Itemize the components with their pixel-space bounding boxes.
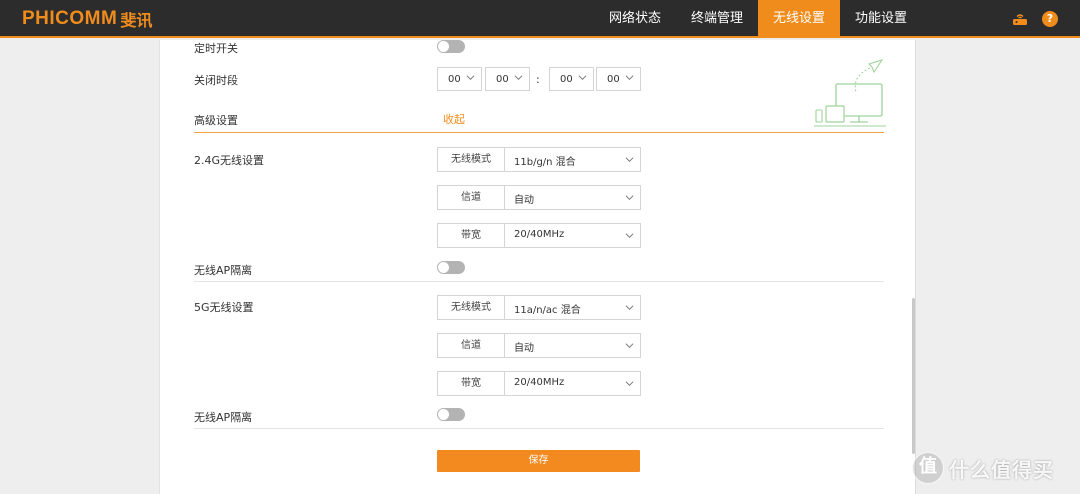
start-minute-select[interactable]: 00 xyxy=(485,67,530,91)
watermark: 值 什么值得买 xyxy=(912,450,1054,486)
chevron-down-icon xyxy=(466,75,475,81)
nav-wireless-settings[interactable]: 无线设置 xyxy=(758,0,841,38)
collapse-link[interactable]: 收起 xyxy=(443,111,465,127)
band24-mode-label: 无线模式 xyxy=(438,148,505,171)
end-minute-select[interactable]: 00 xyxy=(596,67,641,91)
band5-title: 5G无线设置 xyxy=(194,301,254,314)
start-hour-value: 00 xyxy=(448,74,461,85)
timer-label: 定时开关 xyxy=(194,42,238,55)
band5-channel-value: 自动 xyxy=(514,343,534,354)
help-icon[interactable]: ? xyxy=(1042,11,1058,27)
chevron-down-icon xyxy=(514,75,523,81)
watermark-badge: 值 xyxy=(912,452,944,484)
top-icons: ? xyxy=(1012,11,1058,27)
band5-bandwidth-label: 带宽 xyxy=(438,372,505,395)
time-separator: : xyxy=(536,73,540,86)
scrollbar-track[interactable] xyxy=(915,40,916,494)
nav-network-status[interactable]: 网络状态 xyxy=(594,0,676,38)
band24-ap-isolation-toggle[interactable] xyxy=(437,261,465,274)
phicomm-logo[interactable]: PHICOMM 斐讯 xyxy=(22,8,152,30)
band24-mode-value: 11b/g/n 混合 xyxy=(514,157,576,168)
logo-text-cn: 斐讯 xyxy=(120,11,153,30)
chevron-down-icon xyxy=(625,343,634,349)
band5-mode-value: 11a/n/ac 混合 xyxy=(514,305,581,316)
scrollbar-thumb[interactable] xyxy=(912,298,915,454)
main-nav: 网络状态 终端管理 无线设置 功能设置 xyxy=(594,0,922,38)
chevron-down-icon xyxy=(625,195,634,201)
nav-feature-settings[interactable]: 功能设置 xyxy=(840,0,922,38)
band5-channel-select[interactable]: 信道 自动 xyxy=(437,333,641,358)
chevron-down-icon xyxy=(625,305,634,311)
band24-channel-label: 信道 xyxy=(438,186,505,209)
save-button[interactable]: 保存 xyxy=(437,450,640,472)
band24-mode-select[interactable]: 无线模式 11b/g/n 混合 xyxy=(437,147,641,172)
wireless-devices-illustration xyxy=(814,59,886,127)
advanced-settings-label: 高级设置 xyxy=(194,114,238,127)
band24-title: 2.4G无线设置 xyxy=(194,154,265,167)
band24-ap-isolation-label: 无线AP隔离 xyxy=(194,264,253,277)
timer-toggle[interactable] xyxy=(437,40,465,53)
band24-channel-select[interactable]: 信道 自动 xyxy=(437,185,641,210)
top-bar: PHICOMM 斐讯 网络状态 终端管理 无线设置 功能设置 ? xyxy=(0,0,1080,38)
band5-channel-label: 信道 xyxy=(438,334,505,357)
watermark-text: 什么值得买 xyxy=(949,457,1054,482)
end-hour-value: 00 xyxy=(560,74,573,85)
band5-ap-isolation-toggle[interactable] xyxy=(437,408,465,421)
chevron-down-icon xyxy=(625,233,634,239)
band5-bandwidth-select[interactable]: 带宽 20/40MHz xyxy=(437,371,641,396)
band5-divider xyxy=(194,428,884,429)
band5-mode-select[interactable]: 无线模式 11a/n/ac 混合 xyxy=(437,295,641,320)
band24-bandwidth-label: 带宽 xyxy=(438,224,505,247)
end-minute-value: 00 xyxy=(607,74,620,85)
band5-mode-label: 无线模式 xyxy=(438,296,505,319)
band24-channel-value: 自动 xyxy=(514,195,534,206)
band24-bandwidth-select[interactable]: 带宽 20/40MHz xyxy=(437,223,641,248)
advanced-divider xyxy=(194,132,884,133)
band24-divider xyxy=(194,281,884,282)
start-hour-select[interactable]: 00 xyxy=(437,67,482,91)
band5-bandwidth-value: 20/40MHz xyxy=(514,377,565,388)
period-label: 关闭时段 xyxy=(194,74,238,87)
chevron-down-icon xyxy=(625,75,634,81)
band5-ap-isolation-label: 无线AP隔离 xyxy=(194,411,253,424)
chevron-down-icon xyxy=(578,75,587,81)
chevron-down-icon xyxy=(625,157,634,163)
end-hour-select[interactable]: 00 xyxy=(549,67,594,91)
nav-device-management[interactable]: 终端管理 xyxy=(676,0,758,38)
settings-panel xyxy=(159,40,916,494)
logo-text-en: PHICOMM xyxy=(22,8,118,29)
chevron-down-icon xyxy=(625,381,634,387)
start-minute-value: 00 xyxy=(496,74,509,85)
band24-bandwidth-value: 20/40MHz xyxy=(514,229,565,240)
router-icon[interactable] xyxy=(1012,11,1028,27)
